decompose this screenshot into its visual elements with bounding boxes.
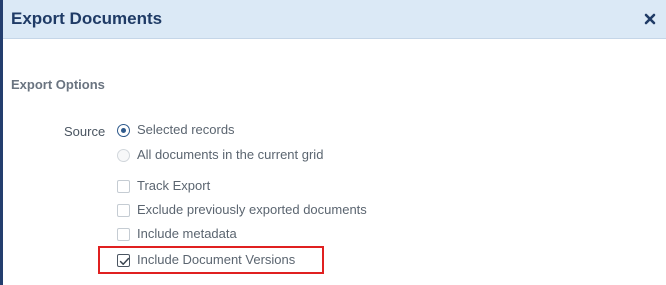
checkbox-box[interactable]: [117, 227, 130, 241]
checkbox-include-metadata-label: Include metadata: [137, 226, 237, 241]
checkbox-exclude-exported-label: Exclude previously exported documents: [137, 202, 367, 217]
source-label: Source: [64, 124, 106, 139]
checkbox-exclude-exported[interactable]: Exclude previously exported documents: [117, 202, 367, 218]
checkbox-include-metadata[interactable]: Include metadata: [117, 226, 237, 242]
radio-all-documents-label: All documents in the current grid: [137, 147, 324, 162]
radio-selected-records[interactable]: Selected records: [117, 122, 235, 138]
checkbox-track-export-label: Track Export: [137, 178, 211, 193]
radio-button-disabled: [117, 148, 130, 162]
export-options-heading: Export Options: [11, 77, 105, 92]
dialog-title-bar: Export Documents: [3, 0, 666, 39]
radio-button-selected[interactable]: [117, 123, 130, 137]
radio-selected-records-label: Selected records: [137, 122, 235, 137]
radio-all-documents: All documents in the current grid: [117, 147, 323, 163]
export-documents-dialog: Export Documents Export Options Source S…: [0, 0, 666, 285]
checkbox-box[interactable]: [117, 179, 130, 193]
highlight-box: [98, 246, 324, 274]
checkbox-box[interactable]: [117, 203, 130, 217]
checkbox-track-export[interactable]: Track Export: [117, 178, 210, 194]
dialog-title: Export Documents: [11, 9, 163, 28]
close-icon[interactable]: [642, 11, 658, 27]
